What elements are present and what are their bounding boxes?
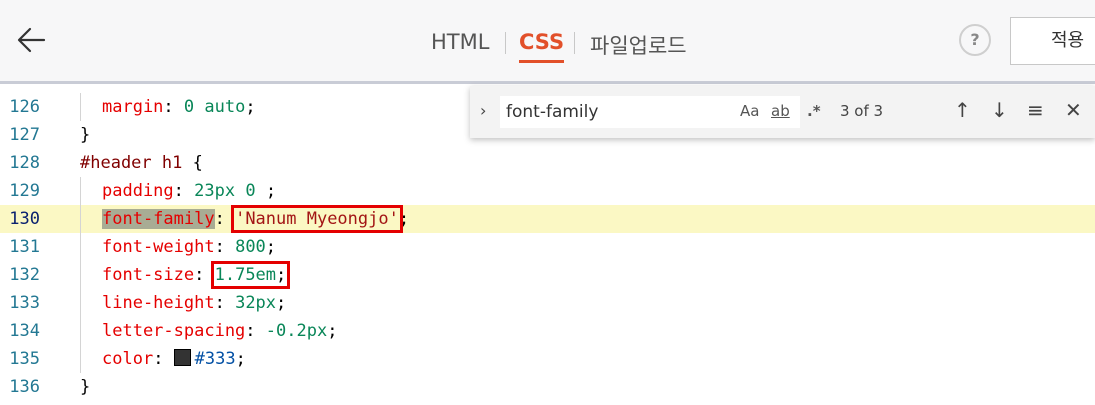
indent-guide bbox=[80, 93, 81, 121]
indent-guide bbox=[80, 317, 81, 345]
indent-guide bbox=[80, 289, 81, 317]
use-regex-toggle[interactable]: .* bbox=[807, 102, 821, 120]
code-line: 131 font-weight: 800; bbox=[0, 233, 1095, 261]
code-text: #header h1 { bbox=[80, 153, 203, 173]
code-line: 132 font-size: 1.75em; bbox=[0, 261, 1095, 289]
code-text: margin: 0 auto; bbox=[102, 97, 256, 117]
toggle-replace-chevron-icon[interactable]: › bbox=[480, 101, 486, 120]
code-line: 136 } bbox=[0, 373, 1095, 401]
top-bar: HTML CSS 파일업로드 ? 적용 bbox=[0, 0, 1095, 84]
indent-guide bbox=[80, 261, 81, 289]
previous-match-arrow-up-icon[interactable]: ↑ bbox=[954, 98, 971, 122]
tab-divider bbox=[505, 32, 506, 54]
line-number: 127 bbox=[9, 125, 40, 145]
search-match: font-family bbox=[102, 209, 215, 229]
code-line: 129 padding: 23px 0 ; bbox=[0, 177, 1095, 205]
indent-guide bbox=[80, 205, 81, 233]
line-number: 130 bbox=[9, 209, 40, 229]
line-number: 128 bbox=[9, 153, 40, 173]
line-number: 134 bbox=[9, 321, 40, 341]
code-text: font-family: 'Nanum Myeongjo'; bbox=[102, 205, 410, 233]
code-text: padding: 23px 0 ; bbox=[102, 181, 277, 201]
close-icon[interactable]: ✕ bbox=[1065, 98, 1082, 122]
code-text: font-weight: 800; bbox=[102, 237, 277, 257]
code-text: color: #333; bbox=[102, 349, 246, 369]
match-count: 3 of 3 bbox=[840, 102, 884, 120]
tab-css[interactable]: CSS bbox=[519, 30, 565, 63]
next-match-arrow-down-icon[interactable]: ↓ bbox=[991, 98, 1008, 122]
match-case-toggle[interactable]: Aa bbox=[740, 102, 759, 120]
tab-divider bbox=[574, 32, 575, 54]
find-in-selection-icon[interactable]: ≡ bbox=[1027, 98, 1044, 122]
code-text: font-size: 1.75em; bbox=[102, 261, 291, 289]
code-text: } bbox=[80, 377, 91, 397]
find-widget: › font-family Aa ab .* 3 of 3 ↑ ↓ ≡ ✕ bbox=[470, 86, 1095, 138]
indent-guide bbox=[80, 177, 81, 205]
indent-guide bbox=[80, 233, 81, 261]
code-line: 135 color: #333; bbox=[0, 345, 1095, 373]
match-whole-word-toggle[interactable]: ab bbox=[771, 102, 790, 120]
highlighted-value: 'Nanum Myeongjo' bbox=[231, 205, 403, 233]
code-line-active: 130 font-family: 'Nanum Myeongjo'; bbox=[0, 205, 1095, 233]
line-number: 131 bbox=[9, 237, 40, 257]
line-number: 136 bbox=[9, 377, 40, 397]
code-text: } bbox=[80, 125, 91, 145]
tab-file-upload[interactable]: 파일업로드 bbox=[590, 30, 687, 60]
editor-tabs: HTML CSS 파일업로드 bbox=[0, 0, 1095, 84]
line-number: 126 bbox=[9, 97, 40, 117]
indent-guide bbox=[80, 345, 81, 373]
code-text: letter-spacing: -0.2px; bbox=[102, 321, 338, 341]
code-line: 133 line-height: 32px; bbox=[0, 289, 1095, 317]
code-text: line-height: 32px; bbox=[102, 293, 287, 313]
code-line: 134 letter-spacing: -0.2px; bbox=[0, 317, 1095, 345]
tab-html[interactable]: HTML bbox=[431, 30, 489, 54]
color-swatch[interactable] bbox=[173, 349, 191, 366]
apply-button[interactable]: 적용 bbox=[1010, 17, 1095, 65]
line-number: 133 bbox=[9, 293, 40, 313]
line-number: 135 bbox=[9, 349, 40, 369]
line-number: 132 bbox=[9, 265, 40, 285]
line-number: 129 bbox=[9, 181, 40, 201]
code-line: 128 #header h1 { bbox=[0, 149, 1095, 177]
highlighted-value: 1.75em; bbox=[210, 261, 291, 289]
help-button[interactable]: ? bbox=[959, 24, 991, 56]
